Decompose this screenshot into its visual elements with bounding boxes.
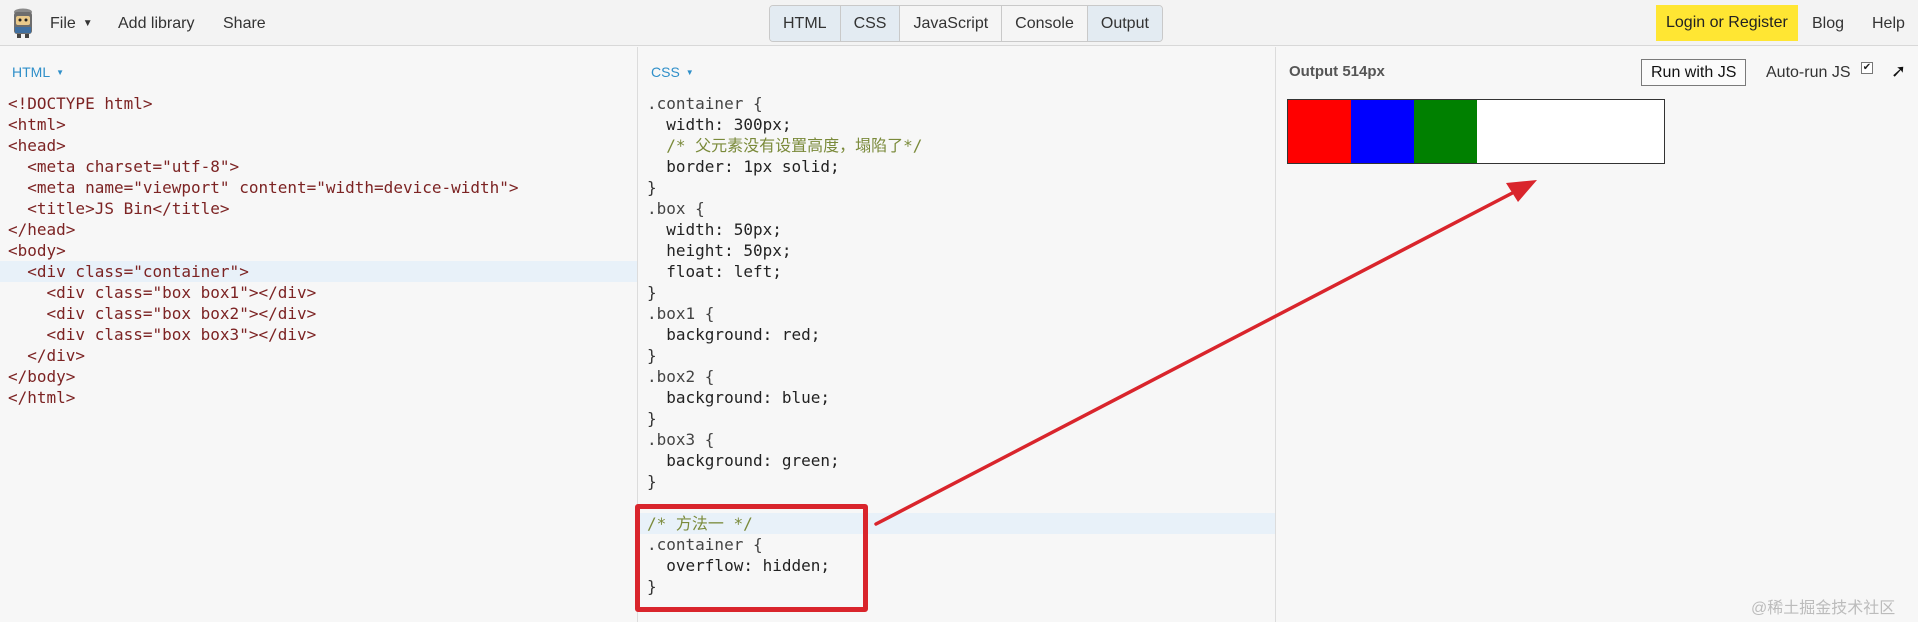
- code-line: <meta charset="utf-8">: [8, 157, 240, 176]
- popout-arrow-icon[interactable]: ➚: [1891, 61, 1906, 82]
- file-menu-label: File: [50, 15, 76, 32]
- auto-run-js-label: Auto-run JS: [1766, 64, 1851, 81]
- code-line: }: [647, 283, 657, 302]
- code-line: </div>: [8, 346, 86, 365]
- code-line: .box2 {: [647, 367, 715, 386]
- tab-css[interactable]: CSS: [840, 6, 901, 41]
- file-menu[interactable]: File ▼: [50, 15, 93, 33]
- code-line: <div class="box box1"></div>: [8, 283, 317, 302]
- code-line: </body>: [8, 367, 76, 386]
- tab-html[interactable]: HTML: [770, 6, 841, 41]
- watermark-text: @稀土掘金技术社区: [1751, 600, 1896, 617]
- code-line: width: 50px;: [647, 220, 782, 239]
- jsbin-logo-icon[interactable]: [10, 7, 36, 39]
- code-line: <body>: [8, 241, 66, 260]
- code-line: /* 方法一 */: [639, 513, 1275, 534]
- code-line: background: red;: [647, 325, 821, 344]
- css-code[interactable]: .container { width: 300px; /* 父元素没有设置高度，…: [639, 93, 1275, 597]
- caret-down-icon: ▼: [56, 68, 65, 77]
- output-panel: Output 514px Run with JS Auto-run JS ✔ ➚: [1277, 47, 1918, 622]
- panel-toggle-group: HTML CSS JavaScript Console Output: [769, 5, 1163, 42]
- code-line: border: 1px solid;: [647, 157, 840, 176]
- top-toolbar: File ▼ Add library Share HTML CSS JavaScr…: [0, 0, 1918, 46]
- auto-run-js-checkbox[interactable]: ✔: [1861, 62, 1873, 74]
- code-line: <title>JS Bin</title>: [8, 199, 230, 218]
- code-line: width: 300px;: [647, 115, 792, 134]
- code-line: background: blue;: [647, 388, 831, 407]
- blog-link[interactable]: Blog: [1812, 15, 1844, 33]
- code-line: overflow: hidden;: [647, 556, 831, 575]
- css-panel-label-text: CSS: [651, 64, 680, 80]
- code-line: <head>: [8, 136, 66, 155]
- rendered-container: [1287, 99, 1665, 164]
- code-line: }: [647, 178, 657, 197]
- html-code[interactable]: <!DOCTYPE html> <html> <head> <meta char…: [0, 93, 637, 408]
- html-panel-label-text: HTML: [12, 64, 51, 80]
- code-line: /* 父元素没有设置高度，塌陷了*/: [647, 136, 923, 155]
- code-line: }: [647, 346, 657, 365]
- css-editor-panel[interactable]: CSS ▼ .container { width: 300px; /* 父元素没有…: [639, 47, 1276, 622]
- code-line: <!DOCTYPE html>: [8, 94, 153, 113]
- code-line: </html>: [8, 388, 76, 407]
- code-line: .container {: [647, 535, 763, 554]
- code-line: }: [647, 409, 657, 428]
- login-register-button[interactable]: Login or Register: [1656, 5, 1798, 41]
- code-line: height: 50px;: [647, 241, 792, 260]
- run-with-js-button[interactable]: Run with JS: [1641, 59, 1747, 86]
- tab-console[interactable]: Console: [1002, 6, 1088, 41]
- rendered-box-red: [1288, 100, 1351, 163]
- code-line: <meta name="viewport" content="width=dev…: [8, 178, 519, 197]
- tab-javascript[interactable]: JavaScript: [900, 6, 1003, 41]
- caret-down-icon: ▼: [685, 68, 694, 77]
- code-line: float: left;: [647, 262, 782, 281]
- code-line: <div class="box box2"></div>: [8, 304, 317, 323]
- code-line: }: [647, 472, 657, 491]
- code-line: <div class="box box3"></div>: [8, 325, 317, 344]
- html-editor-panel[interactable]: HTML ▼ <!DOCTYPE html> <html> <head> <met…: [0, 47, 638, 622]
- share-menu[interactable]: Share: [223, 15, 266, 33]
- html-panel-label[interactable]: HTML ▼: [12, 64, 64, 80]
- code-line: </head>: [8, 220, 76, 239]
- code-line: <div class="container">: [0, 261, 637, 282]
- rendered-box-green: [1414, 100, 1477, 163]
- output-width-label: Output 514px: [1289, 63, 1385, 80]
- add-library-menu[interactable]: Add library: [118, 15, 194, 33]
- code-line: .box3 {: [647, 430, 715, 449]
- help-link[interactable]: Help: [1872, 15, 1905, 33]
- code-line: .container {: [647, 94, 763, 113]
- code-line: .box {: [647, 199, 705, 218]
- css-panel-label[interactable]: CSS ▼: [651, 64, 694, 80]
- code-line: }: [647, 577, 657, 596]
- tab-output[interactable]: Output: [1087, 6, 1162, 41]
- caret-down-icon: ▼: [82, 18, 93, 29]
- code-line: background: green;: [647, 451, 840, 470]
- code-line: .box1 {: [647, 304, 715, 323]
- rendered-box-blue: [1351, 100, 1414, 163]
- code-line: <html>: [8, 115, 66, 134]
